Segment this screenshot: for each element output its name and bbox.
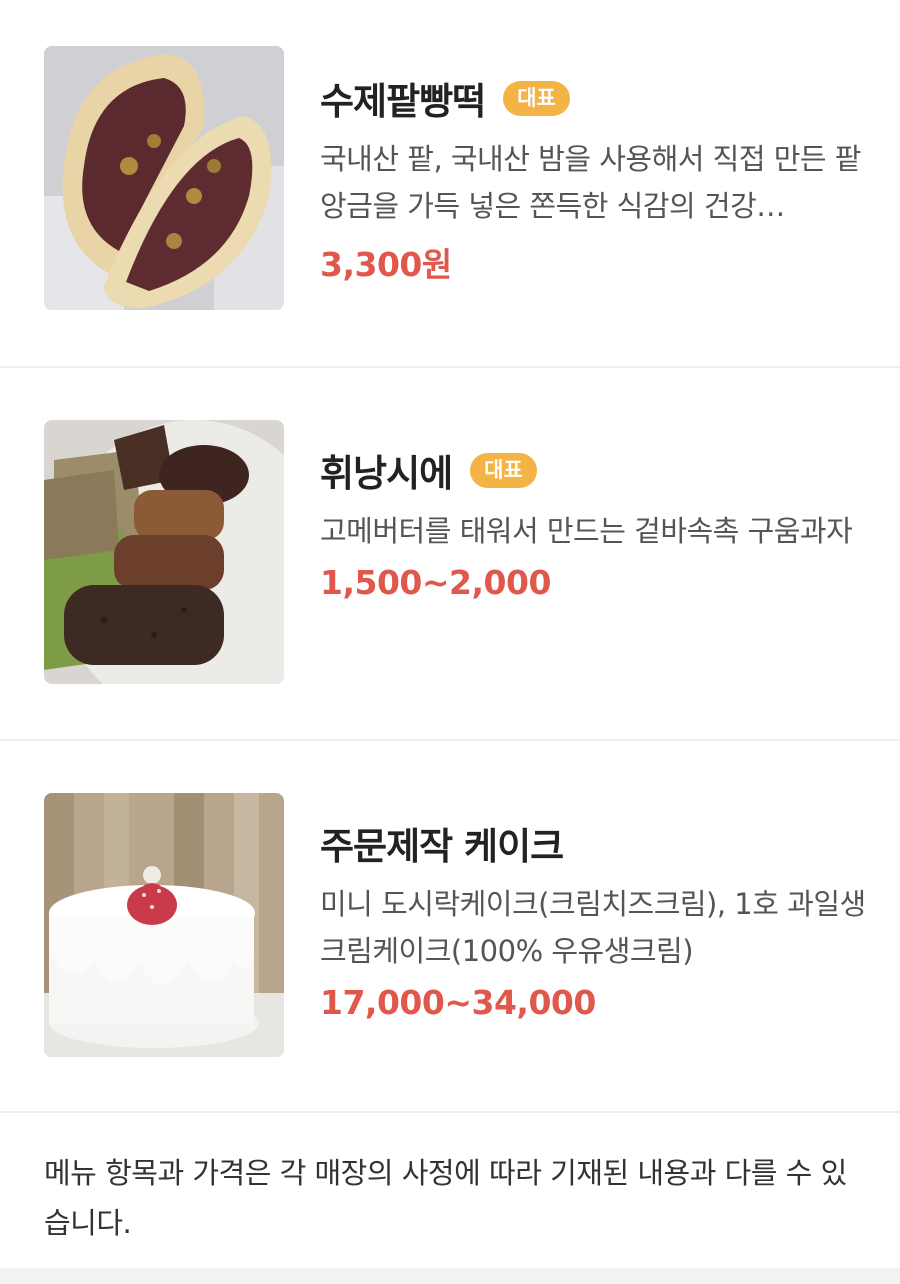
menu-item-description: 미니 도시락케이크(크림치즈크림), 1호 과일생크림케이크(100% 우유생크… — [320, 887, 866, 968]
signature-badge: 대표 — [470, 452, 537, 488]
menu-item-price: 17,000~34,000 — [320, 983, 596, 1022]
menu-item-description: 국내산 팥, 국내산 밤을 사용해서 직접 만든 팥앙금을 가득 넣은 쫀득한 … — [320, 142, 862, 223]
menu-item-info: 휘낭시에 대표 고메버터를 태워서 만드는 겉바속촉 구움과자 1,500~2,… — [320, 446, 880, 602]
menu-item[interactable]: 휘낭시에 대표 고메버터를 태워서 만드는 겉바속촉 구움과자 1,500~2,… — [0, 366, 900, 741]
menu-item-title: 휘낭시에 — [320, 452, 453, 495]
menu-item-photo — [44, 420, 284, 684]
menu-item-photo — [44, 46, 284, 310]
menu-item-price: 1,500~2,000 — [320, 563, 551, 602]
menu-price-notice: 메뉴 항목과 가격은 각 매장의 사정에 따라 기재된 내용과 다를 수 있습니… — [44, 1156, 847, 1240]
menu-item-description: 고메버터를 태워서 만드는 겉바속촉 구움과자 — [320, 514, 853, 548]
menu-item-info: 수제팥빵떡 대표 국내산 팥, 국내산 밤을 사용해서 직접 만든 팥앙금을 가… — [320, 74, 880, 286]
bottom-divider — [0, 1268, 900, 1284]
menu-item-price: 3,300원 — [320, 245, 452, 284]
menu-item[interactable]: 주문제작 케이크 미니 도시락케이크(크림치즈크림), 1호 과일생크림케이크(… — [0, 739, 900, 1113]
menu-item-info: 주문제작 케이크 미니 도시락케이크(크림치즈크림), 1호 과일생크림케이크(… — [320, 819, 880, 1022]
menu-item-title: 주문제작 케이크 — [320, 825, 564, 868]
menu-item-photo — [44, 793, 284, 1057]
menu-item-title: 수제팥빵떡 — [320, 80, 486, 123]
menu-item[interactable]: 수제팥빵떡 대표 국내산 팥, 국내산 밤을 사용해서 직접 만든 팥앙금을 가… — [0, 0, 900, 368]
signature-badge: 대표 — [503, 80, 570, 116]
